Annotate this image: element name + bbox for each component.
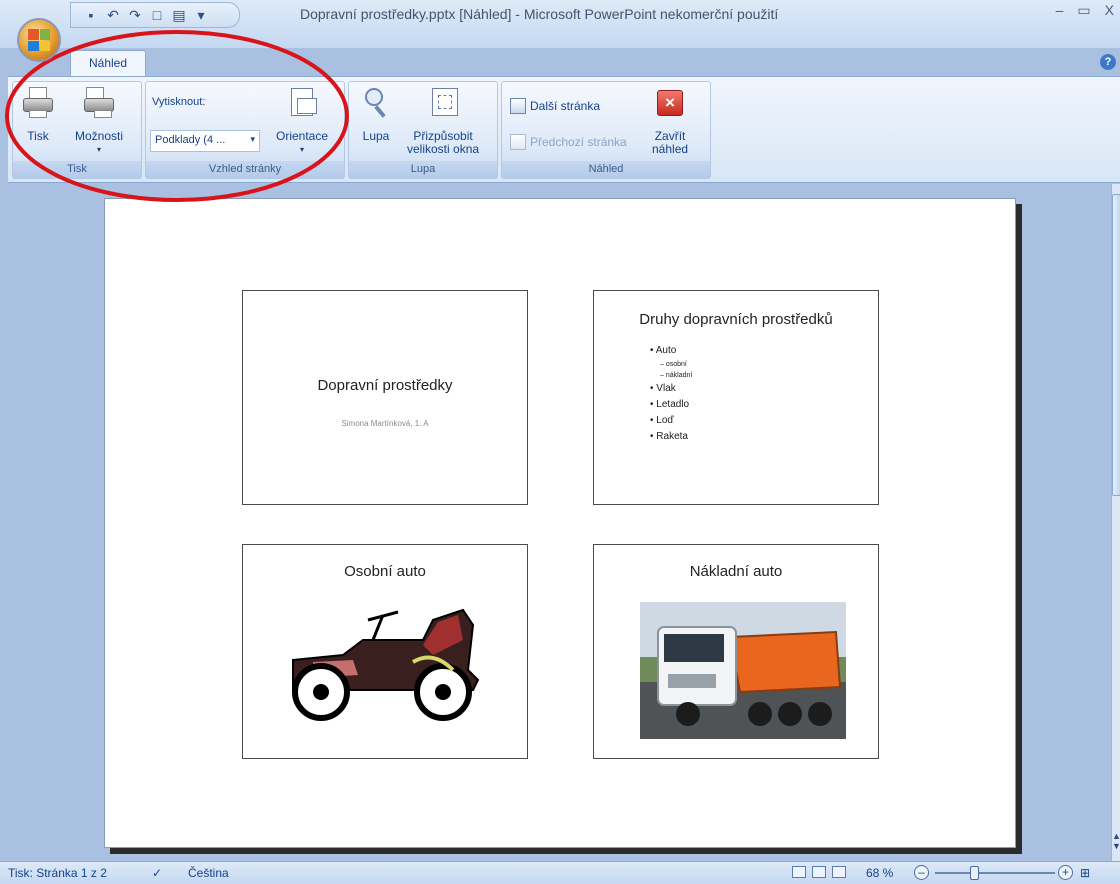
title-bar: ▪ ↶ ↷ □ ▤ ▾ Dopravní prostředky.pptx [Ná… (0, 0, 1120, 48)
orientation-label: Orientace (276, 129, 329, 143)
slide-3-title: Osobní auto (344, 563, 426, 580)
close-preview-icon: × (653, 86, 687, 120)
next-page-icon (510, 98, 526, 114)
slide-thumbnail-1: Dopravní prostředky Simona Martínková, 1… (242, 290, 528, 505)
maximize-button[interactable]: ▭ (1077, 2, 1090, 19)
vertical-scrollbar[interactable]: ▲ ▼ (1111, 184, 1120, 861)
help-icon[interactable]: ? (1100, 54, 1116, 70)
group-vzhled-label: Vzhled stránky (146, 161, 344, 178)
slide-thumbnail-2: Druhy dopravních prostředků • Auto – oso… (593, 290, 879, 505)
previous-page-icon (510, 134, 526, 150)
tab-nahled[interactable]: Náhled (70, 50, 146, 77)
close-button[interactable]: X (1105, 2, 1114, 19)
scrollbar-thumb[interactable] (1112, 194, 1120, 496)
print-page: Dopravní prostředky Simona Martínková, 1… (104, 198, 1016, 848)
view-buttons (792, 866, 846, 878)
magnifier-icon (359, 86, 393, 120)
list-item: • Vlak (650, 383, 676, 394)
print-what-value: Podklady (4 ... (155, 134, 226, 146)
group-nahled-label: Náhled (502, 161, 710, 178)
window-title: Dopravní prostředky.pptx [Náhled] - Micr… (300, 6, 779, 22)
group-nahled: Další stránka Předchozí stránka × Zavřít… (501, 81, 711, 179)
print-button[interactable]: Tisk (21, 86, 55, 143)
office-button[interactable] (17, 18, 61, 62)
zoom-button[interactable]: Lupa (359, 86, 393, 143)
page-nav-icon[interactable]: ▲ ▼ (1112, 831, 1120, 855)
slide-thumbnail-3: Osobní auto (242, 544, 528, 759)
slide-2-bullets: • Auto – osobní – nákladní • Vlak • Leta… (650, 343, 692, 445)
zoom-in-button[interactable]: + (1058, 865, 1073, 880)
list-item: • Loď (650, 415, 674, 426)
customize-qat-icon[interactable]: ▾ (193, 7, 209, 23)
quick-access-toolbar: ▪ ↶ ↷ □ ▤ ▾ (70, 2, 240, 28)
previous-page-label: Předchozí stránka (530, 135, 627, 149)
options-button[interactable]: Možnosti ▾ (75, 86, 123, 156)
list-item: – nákladní (660, 372, 693, 379)
fit-window-icon (426, 86, 460, 120)
slide-thumbnail-4: Nákladní auto (593, 544, 879, 759)
list-item: – osobní (660, 361, 687, 368)
redo-icon[interactable]: ↷ (127, 7, 143, 23)
print-what-label: Vytisknout: (152, 96, 206, 108)
fit-label-2: velikosti okna (407, 142, 480, 156)
status-language[interactable]: Čeština (188, 866, 229, 880)
group-tisk: Tisk Možnosti ▾ Tisk (12, 81, 142, 179)
fit-to-window-button[interactable]: Přizpůsobit velikosti okna (407, 86, 479, 156)
close-preview-button[interactable]: × Zavřít náhled (652, 86, 688, 156)
zoom-slider-thumb[interactable] (970, 866, 979, 880)
print-what-dropdown[interactable]: Podklady (4 ... ▾ (150, 130, 260, 152)
zoom-slider[interactable] (935, 872, 1055, 874)
slide-sorter-view-icon[interactable] (812, 866, 826, 878)
vintage-car-image (292, 608, 480, 721)
minimize-button[interactable]: – (1056, 2, 1064, 19)
window-controls: – ▭ X (1056, 2, 1114, 19)
zoom-label: Lupa (362, 129, 390, 143)
group-tisk-label: Tisk (13, 161, 141, 178)
spell-check-icon[interactable]: ✓ (152, 866, 162, 880)
group-lupa-label: Lupa (349, 161, 497, 178)
fit-slide-icon[interactable]: ⊞ (1080, 866, 1090, 880)
save-icon[interactable]: ▪ (83, 7, 99, 23)
options-label: Možnosti (75, 129, 124, 143)
orientation-icon (285, 86, 319, 120)
normal-view-icon[interactable] (792, 866, 806, 878)
group-lupa: Lupa Přizpůsobit velikosti okna Lupa (348, 81, 498, 179)
truck-photo (640, 602, 846, 739)
status-bar: Tisk: Stránka 1 z 2 ✓ Čeština 68 % – + ⊞ (0, 861, 1120, 884)
undo-icon[interactable]: ↶ (105, 7, 121, 23)
list-item: • Raketa (650, 431, 688, 442)
dropdown-arrow-icon: ▾ (250, 134, 255, 144)
slide-2-title: Druhy dopravních prostředků (639, 311, 833, 328)
orientation-button[interactable]: Orientace ▾ (276, 86, 328, 156)
new-icon[interactable]: □ (149, 7, 165, 23)
zoom-out-button[interactable]: – (914, 865, 929, 880)
next-page-label: Další stránka (530, 99, 601, 113)
list-item: • Letadlo (650, 399, 690, 410)
office-logo-icon (28, 29, 50, 51)
group-vzhled-stranky: Vytisknout: Podklady (4 ... ▾ Orientace … (145, 81, 345, 179)
zoom-level[interactable]: 68 % (866, 866, 893, 880)
slide-show-view-icon[interactable] (832, 866, 846, 878)
preview-area[interactable]: Dopravní prostředky Simona Martínková, 1… (0, 184, 1111, 861)
print-label: Tisk (27, 129, 49, 143)
next-page-button[interactable]: Další stránka (510, 98, 600, 114)
status-page-info: Tisk: Stránka 1 z 2 (8, 866, 107, 880)
close-preview-label-2: náhled (652, 142, 689, 156)
ribbon: Tisk Možnosti ▾ Tisk Vytisknout: Podklad… (8, 76, 1120, 183)
list-item: • Auto (650, 345, 677, 356)
printer-icon (21, 86, 55, 120)
previous-page-button[interactable]: Předchozí stránka (510, 134, 627, 150)
orientation-caret-icon: ▾ (300, 145, 305, 154)
options-caret-icon: ▾ (97, 145, 102, 154)
slide-4-title: Nákladní auto (689, 563, 783, 580)
open-icon[interactable]: ▤ (171, 7, 187, 23)
slide-1-subtitle: Simona Martínková, 1. A (341, 419, 429, 428)
print-options-icon (82, 86, 116, 120)
slide-1-title: Dopravní prostředky (317, 377, 453, 394)
